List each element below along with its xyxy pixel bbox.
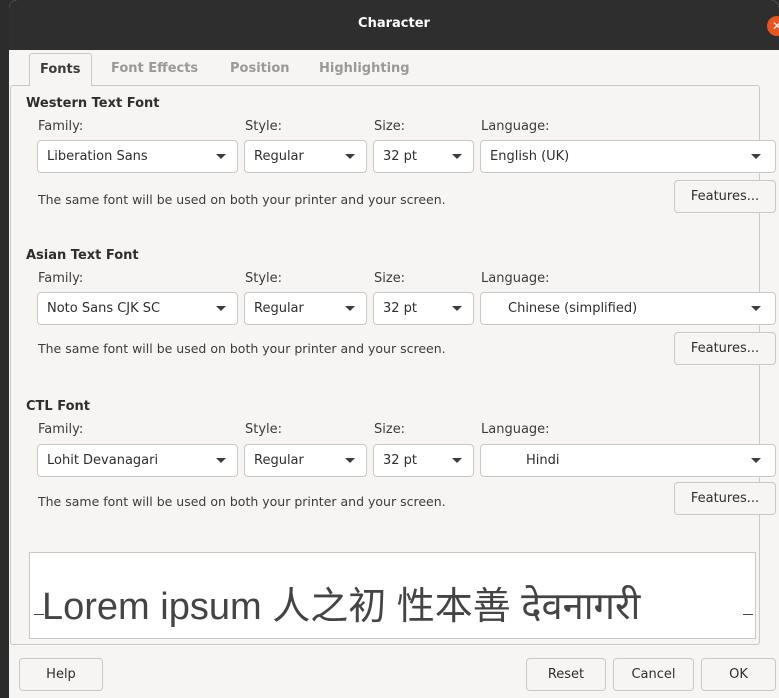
ok-button[interactable]: OK: [701, 658, 776, 691]
ctl-style-combo[interactable]: Regular: [244, 444, 367, 477]
western-style-value: Regular: [254, 149, 304, 164]
asian-size-label: Size:: [374, 271, 406, 286]
asian-style-value: Regular: [254, 301, 304, 316]
chevron-down-icon[interactable]: [204, 141, 237, 172]
western-features-button[interactable]: Features...: [674, 180, 776, 213]
asian-language-label: Language:: [481, 271, 550, 286]
western-note: The same font will be used on both your …: [38, 192, 446, 207]
ctl-size-value: 32 pt: [383, 453, 418, 468]
asian-language-value: Chinese (simplified): [508, 301, 638, 316]
western-section-title: Western Text Font: [26, 96, 160, 111]
western-style-label: Style:: [245, 119, 283, 134]
ctl-language-label: Language:: [481, 422, 550, 437]
chevron-down-icon[interactable]: [204, 445, 237, 476]
asian-language-combo[interactable]: Chinese (simplified): [480, 292, 776, 325]
ctl-style-label: Style:: [245, 422, 283, 437]
preview-baseline-right: [743, 614, 753, 615]
western-family-value: Liberation Sans: [47, 149, 148, 164]
ctl-family-label: Family:: [38, 422, 84, 437]
close-icon[interactable]: ✕: [767, 16, 779, 36]
asian-family-combo[interactable]: Noto Sans CJK SC: [37, 292, 238, 325]
chevron-down-icon[interactable]: [737, 141, 775, 172]
western-language-value: English (UK): [490, 149, 570, 164]
tab-highlighting[interactable]: Highlighting: [319, 53, 410, 85]
chevron-down-icon[interactable]: [333, 293, 366, 324]
font-preview: Lorem ipsum 人之初 性本善 देवनागरी: [29, 552, 756, 639]
ctl-size-combo[interactable]: 32 pt: [373, 444, 474, 477]
western-size-value: 32 pt: [383, 149, 418, 164]
chevron-down-icon[interactable]: [440, 445, 473, 476]
window-title: Character: [358, 16, 430, 31]
western-family-label: Family:: [38, 119, 84, 134]
chevron-down-icon[interactable]: [333, 141, 366, 172]
asian-style-combo[interactable]: Regular: [244, 292, 367, 325]
chevron-down-icon[interactable]: [204, 293, 237, 324]
asian-family-value: Noto Sans CJK SC: [47, 301, 161, 316]
chevron-down-icon[interactable]: [737, 293, 775, 324]
ctl-note: The same font will be used on both your …: [38, 494, 446, 509]
asian-size-value: 32 pt: [383, 301, 418, 316]
asian-note: The same font will be used on both your …: [38, 341, 446, 356]
asian-style-label: Style:: [245, 271, 283, 286]
chevron-down-icon[interactable]: [440, 141, 473, 172]
ctl-family-value: Lohit Devanagari: [47, 453, 159, 468]
western-size-label: Size:: [374, 119, 406, 134]
tab-position[interactable]: Position: [230, 53, 290, 85]
ctl-section-title: CTL Font: [26, 399, 90, 414]
asian-section-title: Asian Text Font: [26, 248, 139, 263]
chevron-down-icon[interactable]: [333, 445, 366, 476]
preview-text: Lorem ipsum 人之初 性本善 देवनागरी: [42, 586, 641, 628]
ctl-family-combo[interactable]: Lohit Devanagari: [37, 444, 238, 477]
ctl-size-label: Size:: [374, 422, 406, 437]
ctl-language-combo[interactable]: Hindi: [480, 444, 776, 477]
asian-features-button[interactable]: Features...: [674, 332, 776, 365]
chevron-down-icon[interactable]: [737, 445, 775, 476]
reset-button[interactable]: Reset: [526, 658, 606, 691]
title-bar[interactable]: Character ✕: [9, 0, 779, 50]
cancel-button[interactable]: Cancel: [613, 658, 694, 691]
ctl-features-button[interactable]: Features...: [674, 482, 776, 515]
western-family-combo[interactable]: Liberation Sans: [37, 140, 238, 173]
western-language-label: Language:: [481, 119, 550, 134]
chevron-down-icon[interactable]: [440, 293, 473, 324]
asian-size-combo[interactable]: 32 pt: [373, 292, 474, 325]
tab-font-effects[interactable]: Font Effects: [111, 53, 198, 85]
asian-family-label: Family:: [38, 271, 84, 286]
help-button[interactable]: Help: [19, 658, 103, 691]
tab-fonts[interactable]: Fonts: [29, 53, 92, 86]
ctl-style-value: Regular: [254, 453, 304, 468]
ctl-language-value: Hindi: [526, 453, 560, 468]
western-size-combo[interactable]: 32 pt: [373, 140, 474, 173]
western-language-combo[interactable]: English (UK): [480, 140, 776, 173]
western-style-combo[interactable]: Regular: [244, 140, 367, 173]
